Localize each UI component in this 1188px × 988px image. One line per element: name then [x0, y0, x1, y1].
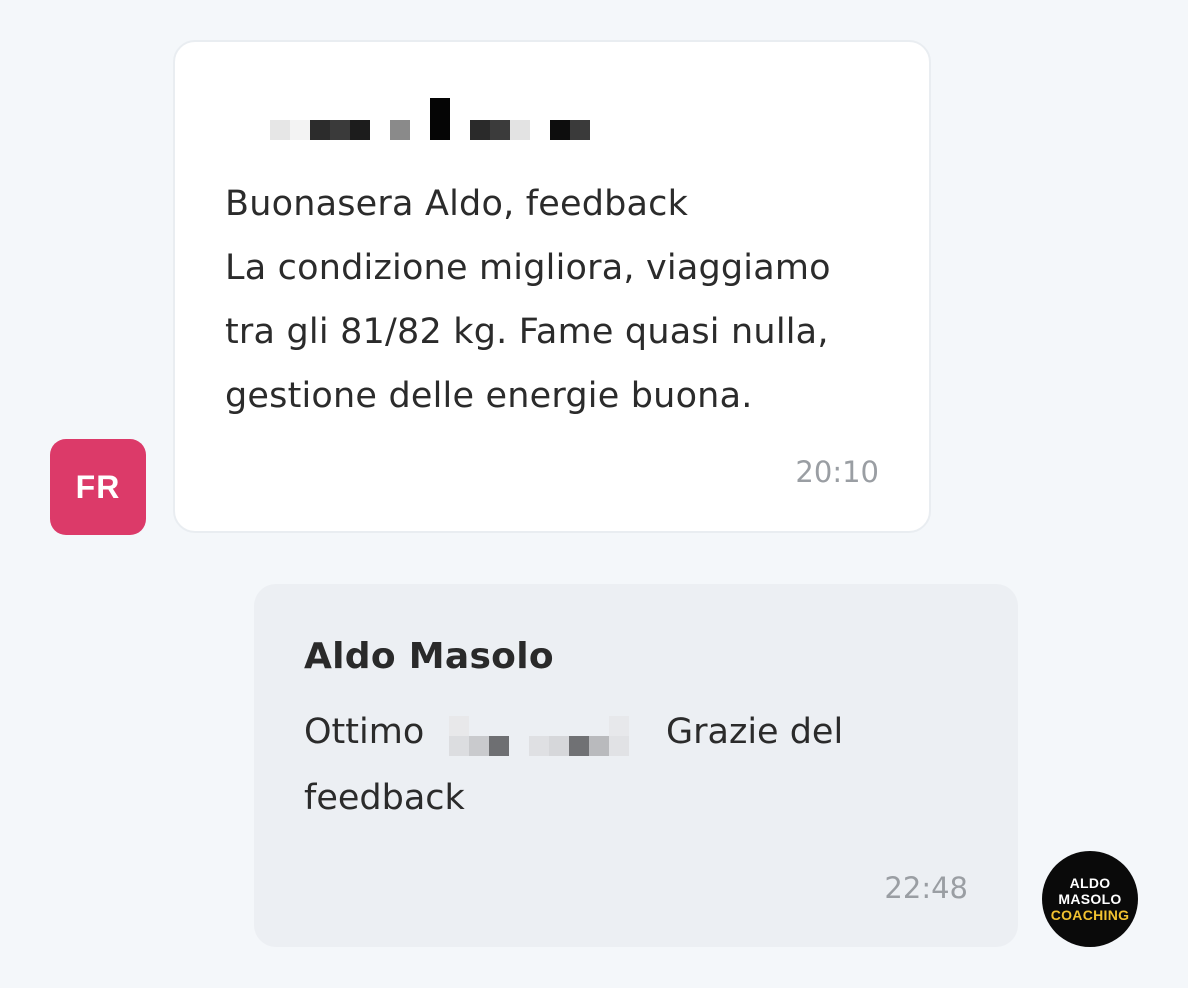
incoming-message-text: Buonasera Aldo, feedback La condizione m…	[225, 172, 885, 428]
message-timestamp: 20:10	[795, 455, 879, 489]
logo-text-line: COACHING	[1050, 907, 1130, 923]
message-text-before-redaction: Ottimo	[304, 712, 425, 752]
incoming-message-bubble[interactable]: Buonasera Aldo, feedback La condizione m…	[173, 40, 931, 533]
outgoing-message-line: Ottimo Grazie del	[304, 712, 1004, 772]
message-text-after-redaction: Grazie del	[666, 712, 844, 752]
message-line: gestione delle energie buona.	[225, 376, 753, 416]
logo-text-line: MASOLO	[1058, 891, 1122, 907]
coach-logo-avatar[interactable]: ALDO MASOLO COACHING	[1042, 851, 1138, 947]
message-timestamp: 22:48	[884, 871, 968, 905]
outgoing-message-line: feedback	[304, 778, 465, 818]
chat-thread: Buonasera Aldo, feedback La condizione m…	[0, 0, 1188, 988]
message-line: tra gli 81/82 kg. Fame quasi nulla,	[225, 312, 829, 352]
outgoing-message-bubble[interactable]: Aldo Masolo Ottimo Grazie del feedback 2…	[254, 584, 1018, 947]
message-line: Buonasera Aldo, feedback	[225, 184, 689, 224]
avatar[interactable]: FR	[50, 439, 146, 535]
redacted-text	[449, 716, 639, 756]
sender-name: Aldo Masolo	[304, 636, 554, 677]
logo-text-line: ALDO	[1069, 875, 1111, 891]
redacted-sender-name	[270, 98, 600, 140]
avatar-initials: FR	[75, 468, 121, 505]
message-line: La condizione migliora, viaggiamo	[225, 248, 831, 288]
